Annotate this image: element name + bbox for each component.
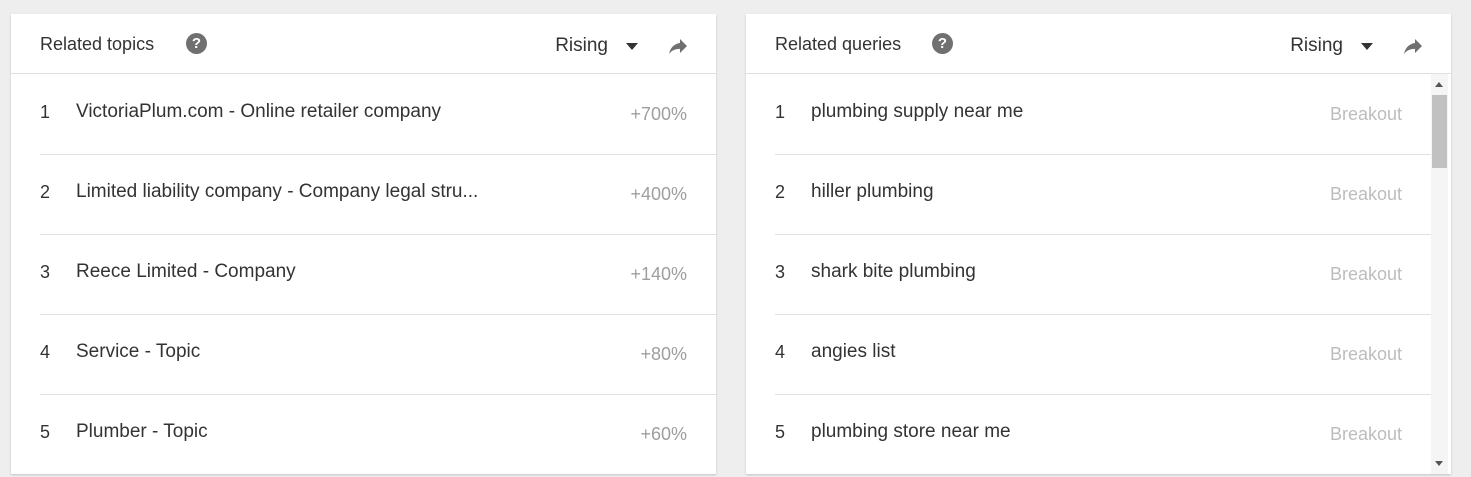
help-icon[interactable]: ? xyxy=(186,33,207,54)
row-rank: 1 xyxy=(40,102,51,122)
chevron-down-icon xyxy=(1361,42,1373,50)
row-value: Breakout xyxy=(1329,264,1402,284)
help-icon[interactable]: ? xyxy=(932,33,953,54)
row-value: +400% xyxy=(630,184,687,204)
list-item[interactable]: 1 plumbing supply near me Breakout xyxy=(775,74,1431,155)
related-queries-header: Related queries ? Rising xyxy=(746,14,1451,74)
list-item[interactable]: 3 Reece Limited - Company +140% xyxy=(40,234,716,315)
filter-value: Rising xyxy=(1290,35,1343,56)
row-label[interactable]: Plumber - Topic xyxy=(76,421,208,443)
share-icon[interactable] xyxy=(1401,34,1425,58)
list-item[interactable]: 5 plumbing store near me Breakout xyxy=(775,394,1431,474)
row-label[interactable]: Limited liability company - Company lega… xyxy=(76,181,478,203)
list-item[interactable]: 4 angies list Breakout xyxy=(775,314,1431,395)
row-value: Breakout xyxy=(1329,344,1402,364)
list-item[interactable]: 2 Limited liability company - Company le… xyxy=(40,154,716,235)
chevron-down-icon xyxy=(626,42,638,50)
row-label[interactable]: Reece Limited - Company xyxy=(76,261,296,283)
list-item[interactable]: 5 Plumber - Topic +60% xyxy=(40,394,716,474)
related-queries-filter-dropdown[interactable]: Rising xyxy=(1290,34,1373,58)
related-queries-list: 1 plumbing supply near me Breakout 2 hil… xyxy=(746,74,1451,474)
row-rank: 4 xyxy=(40,342,51,362)
list-item[interactable]: 2 hiller plumbing Breakout xyxy=(775,154,1431,235)
row-value: Breakout xyxy=(1329,104,1402,124)
row-label[interactable]: Service - Topic xyxy=(76,341,200,363)
share-icon[interactable] xyxy=(666,34,690,58)
row-value: +60% xyxy=(640,424,687,444)
row-label[interactable]: hiller plumbing xyxy=(811,181,934,203)
row-value: +80% xyxy=(640,344,687,364)
row-label[interactable]: angies list xyxy=(811,341,896,363)
row-value: +140% xyxy=(630,264,687,284)
row-rank: 4 xyxy=(775,342,786,362)
related-topics-list: 1 VictoriaPlum.com - Online retailer com… xyxy=(11,74,716,474)
related-queries-card: Related queries ? Rising 1 plumbing supp… xyxy=(746,14,1451,474)
scroll-up-icon[interactable] xyxy=(1435,82,1443,87)
row-rank: 5 xyxy=(40,422,51,442)
related-topics-filter-dropdown[interactable]: Rising xyxy=(555,34,638,58)
row-rank: 1 xyxy=(775,102,786,122)
list-scrollbar[interactable] xyxy=(1431,74,1448,474)
row-label[interactable]: plumbing store near me xyxy=(811,421,1011,443)
row-rank: 3 xyxy=(40,262,51,282)
related-topics-title: Related topics xyxy=(40,34,155,54)
scroll-down-icon[interactable] xyxy=(1435,461,1443,466)
list-item[interactable]: 1 VictoriaPlum.com - Online retailer com… xyxy=(40,74,716,155)
filter-value: Rising xyxy=(555,35,608,56)
row-label[interactable]: plumbing supply near me xyxy=(811,101,1023,123)
row-value: Breakout xyxy=(1329,424,1402,444)
scrollbar-thumb[interactable] xyxy=(1432,95,1447,168)
related-topics-card: Related topics ? Rising 1 VictoriaPlum.c… xyxy=(11,14,716,474)
row-rank: 2 xyxy=(775,182,786,202)
row-rank: 2 xyxy=(40,182,51,202)
row-value: +700% xyxy=(630,104,687,124)
row-value: Breakout xyxy=(1329,184,1402,204)
related-topics-header: Related topics ? Rising xyxy=(11,14,716,74)
row-label[interactable]: VictoriaPlum.com - Online retailer compa… xyxy=(76,101,441,123)
list-item[interactable]: 4 Service - Topic +80% xyxy=(40,314,716,395)
row-label[interactable]: shark bite plumbing xyxy=(811,261,976,283)
row-rank: 3 xyxy=(775,262,786,282)
related-queries-title: Related queries xyxy=(775,34,902,54)
row-rank: 5 xyxy=(775,422,786,442)
list-item[interactable]: 3 shark bite plumbing Breakout xyxy=(775,234,1431,315)
